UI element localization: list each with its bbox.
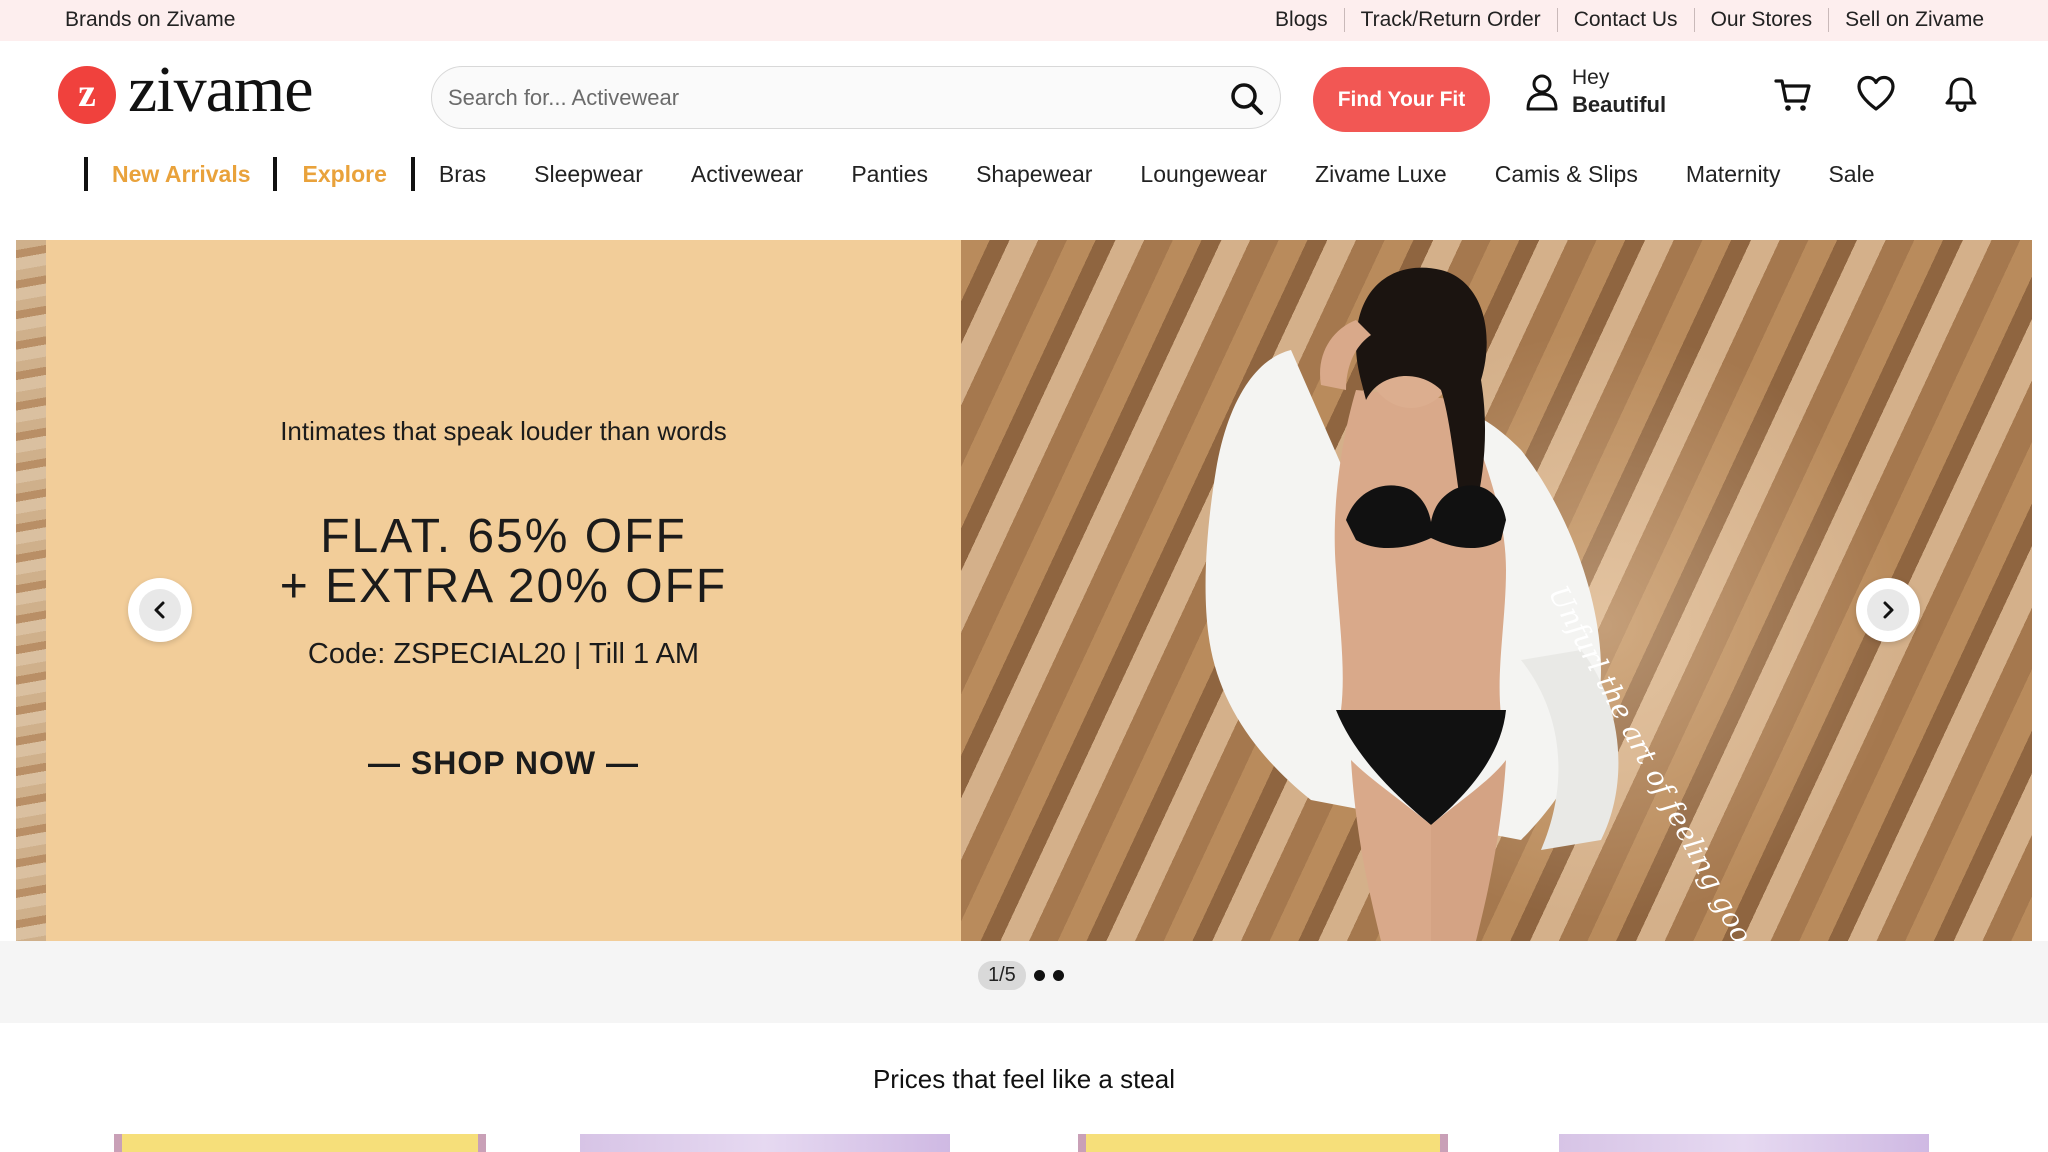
user-greeting: Hey Beautiful (1572, 64, 1666, 120)
carousel-pager-strip: 1/5 (0, 941, 2048, 1023)
product-card[interactable] (114, 1134, 486, 1152)
carousel-dot[interactable] (1033, 970, 1045, 981)
logo-mark-icon: z (58, 66, 116, 124)
category-nav: New Arrivals Explore Bras Sleepwear Acti… (84, 156, 1875, 192)
bell-icon (1945, 77, 1977, 113)
search-input[interactable] (448, 81, 1188, 115)
notifications-button[interactable] (1941, 74, 1981, 114)
user-icon (1526, 74, 1558, 111)
sell-on-zivame-link[interactable]: Sell on Zivame (1828, 8, 1984, 32)
carousel-prev-button[interactable] (128, 578, 192, 642)
nav-divider (84, 157, 88, 191)
user-greeting-name: Beautiful (1572, 92, 1667, 118)
wishlist-button[interactable] (1856, 74, 1896, 114)
search-bar[interactable] (431, 66, 1281, 129)
nav-sale[interactable]: Sale (1828, 161, 1874, 188)
shop-now-cta[interactable]: — SHOP NOW — (46, 745, 961, 782)
product-card[interactable] (1078, 1134, 1448, 1152)
carousel-page-count: 1/5 (978, 961, 1026, 990)
nav-loungewear[interactable]: Loungewear (1140, 161, 1267, 188)
nav-shapewear[interactable]: Shapewear (976, 161, 1092, 188)
nav-divider (272, 157, 277, 191)
product-card[interactable] (1559, 1134, 1929, 1152)
nav-divider (410, 157, 415, 191)
carousel-dot[interactable] (1052, 970, 1064, 981)
chevron-left-icon (139, 589, 181, 631)
section-title: Prices that feel like a steal (872, 1064, 1176, 1094)
user-account[interactable]: Hey Beautiful (1524, 64, 1666, 120)
nav-bras[interactable]: Bras (439, 161, 486, 188)
logo-wordmark: zivame (128, 53, 314, 126)
heart-icon (1857, 75, 1895, 111)
user-greeting-hey: Hey (1572, 66, 1610, 89)
nav-maternity[interactable]: Maternity (1686, 161, 1781, 188)
search-icon[interactable] (1228, 80, 1266, 118)
find-your-fit-button[interactable]: Find Your Fit (1313, 67, 1490, 132)
nav-sleepwear[interactable]: Sleepwear (534, 161, 643, 188)
cart-button[interactable] (1773, 74, 1813, 114)
nav-panties[interactable]: Panties (851, 161, 928, 188)
nav-camis-slips[interactable]: Camis & Slips (1495, 161, 1638, 188)
logo-mark-letter: z (78, 70, 96, 115)
offer-code: Code: ZSPECIAL20 | Till 1 AM (307, 638, 700, 670)
blogs-link[interactable]: Blogs (1259, 8, 1344, 32)
top-utility-bar: Brands on Zivame Blogs Track/Return Orde… (0, 0, 2048, 41)
sand-texture-edge (16, 240, 46, 941)
zivame-logo[interactable]: z zivame (58, 57, 314, 124)
chevron-right-icon (1867, 589, 1909, 631)
hero-banner[interactable]: Intimates that speak louder than words F… (16, 240, 2032, 941)
nav-activewear[interactable]: Activewear (691, 161, 803, 188)
contact-us-link[interactable]: Contact Us (1556, 8, 1694, 32)
nav-zivame-luxe[interactable]: Zivame Luxe (1315, 161, 1447, 188)
nav-explore[interactable]: Explore (303, 161, 387, 188)
carousel-pager: 1/5 (978, 961, 1064, 990)
carousel-next-button[interactable] (1856, 578, 1920, 642)
cart-icon (1774, 79, 1811, 111)
our-stores-link[interactable]: Our Stores (1693, 8, 1829, 32)
track-return-order-link[interactable]: Track/Return Order (1343, 8, 1557, 32)
utility-links: Blogs Track/Return Order Contact Us Our … (1259, 8, 1984, 32)
hero-tagline: Intimates that speak louder than words (280, 416, 727, 446)
product-card[interactable] (580, 1134, 950, 1152)
brands-on-zivame-link[interactable]: Brands on Zivame (65, 8, 235, 32)
offer-headline-line1: FLAT. 65% OFF (320, 510, 687, 563)
nav-new-arrivals[interactable]: New Arrivals (112, 161, 251, 188)
